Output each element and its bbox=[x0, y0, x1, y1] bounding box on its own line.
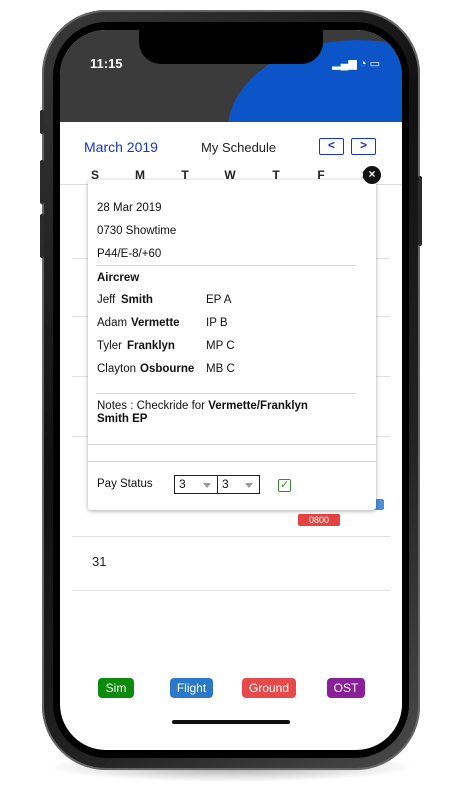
crew-role: MP C bbox=[206, 340, 235, 352]
pay-status-select-1[interactable]: 3 bbox=[174, 475, 218, 494]
home-indicator[interactable] bbox=[172, 720, 290, 724]
signal-wifi-battery-icon: ▂▄▆ ◔ ▭ bbox=[332, 58, 380, 70]
prev-month-button[interactable]: < bbox=[319, 138, 344, 155]
event-time-badge[interactable]: 0800 bbox=[298, 514, 340, 526]
chevron-right-icon: > bbox=[359, 138, 367, 152]
crew-role: IP B bbox=[206, 317, 228, 329]
pay-status-label: Pay Status bbox=[97, 478, 153, 490]
calendar-row-divider bbox=[72, 590, 390, 591]
pay-status-select-2[interactable]: 3 bbox=[217, 475, 260, 494]
legend-flight-button[interactable]: Flight bbox=[170, 678, 213, 698]
next-month-button[interactable]: > bbox=[351, 138, 376, 155]
crew-role: EP A bbox=[206, 294, 232, 306]
chevron-down-icon bbox=[203, 483, 211, 488]
crew-last-name: Vermette bbox=[131, 317, 180, 329]
event-showtime: 0730 Showtime bbox=[97, 225, 177, 237]
legend-ost-button[interactable]: OST bbox=[327, 678, 365, 698]
notes-text: Notes : Checkride for Vermette/Franklyn bbox=[97, 400, 308, 412]
pay-status-checkbox[interactable]: ✓ bbox=[278, 479, 291, 492]
section-divider bbox=[96, 393, 356, 394]
crew-last-name: Smith bbox=[121, 294, 153, 306]
page-title: My Schedule bbox=[201, 140, 277, 155]
notes-prefix: Notes : Checkride for bbox=[97, 400, 206, 412]
chevron-down-icon bbox=[245, 483, 253, 488]
calendar-row-divider bbox=[72, 536, 390, 537]
power-button bbox=[418, 176, 422, 246]
crew-last-name: Osbourne bbox=[140, 363, 195, 375]
crew-last-name: Franklyn bbox=[127, 340, 175, 352]
crew-role: MB C bbox=[206, 363, 235, 375]
aircrew-heading: Aircrew bbox=[97, 272, 140, 284]
section-divider bbox=[88, 444, 376, 445]
crew-first-name: Clayton bbox=[97, 363, 136, 375]
notes-names: Vermette/Franklyn bbox=[208, 400, 308, 412]
close-icon: × bbox=[368, 167, 376, 181]
crew-first-name: Adam bbox=[97, 317, 128, 329]
section-divider bbox=[96, 265, 356, 266]
event-date: 28 Mar 2019 bbox=[97, 202, 162, 214]
crew-first-name: Tyler bbox=[97, 340, 122, 352]
chevron-left-icon: < bbox=[327, 138, 335, 152]
calendar-date-31[interactable]: 31 bbox=[92, 554, 106, 569]
mute-switch bbox=[40, 110, 44, 134]
event-code: P44/E-8/+60 bbox=[97, 248, 162, 260]
check-icon: ✓ bbox=[280, 479, 290, 491]
app-screen: 11:15 ▂▄▆ ◔ ▭ March 2019 My Schedule < >… bbox=[60, 30, 402, 750]
legend-sim-button[interactable]: Sim bbox=[98, 678, 134, 698]
volume-down-button bbox=[40, 214, 44, 258]
section-divider bbox=[88, 461, 376, 462]
camera-notch bbox=[139, 30, 323, 64]
notes-line-2: Smith EP bbox=[97, 413, 148, 425]
crew-first-name: Jeff bbox=[97, 294, 116, 306]
volume-up-button bbox=[40, 160, 44, 204]
month-label[interactable]: March 2019 bbox=[84, 139, 158, 155]
close-popup-button[interactable]: × bbox=[363, 166, 381, 184]
legend-ground-button[interactable]: Ground bbox=[242, 678, 296, 698]
status-time: 11:15 bbox=[90, 56, 123, 71]
